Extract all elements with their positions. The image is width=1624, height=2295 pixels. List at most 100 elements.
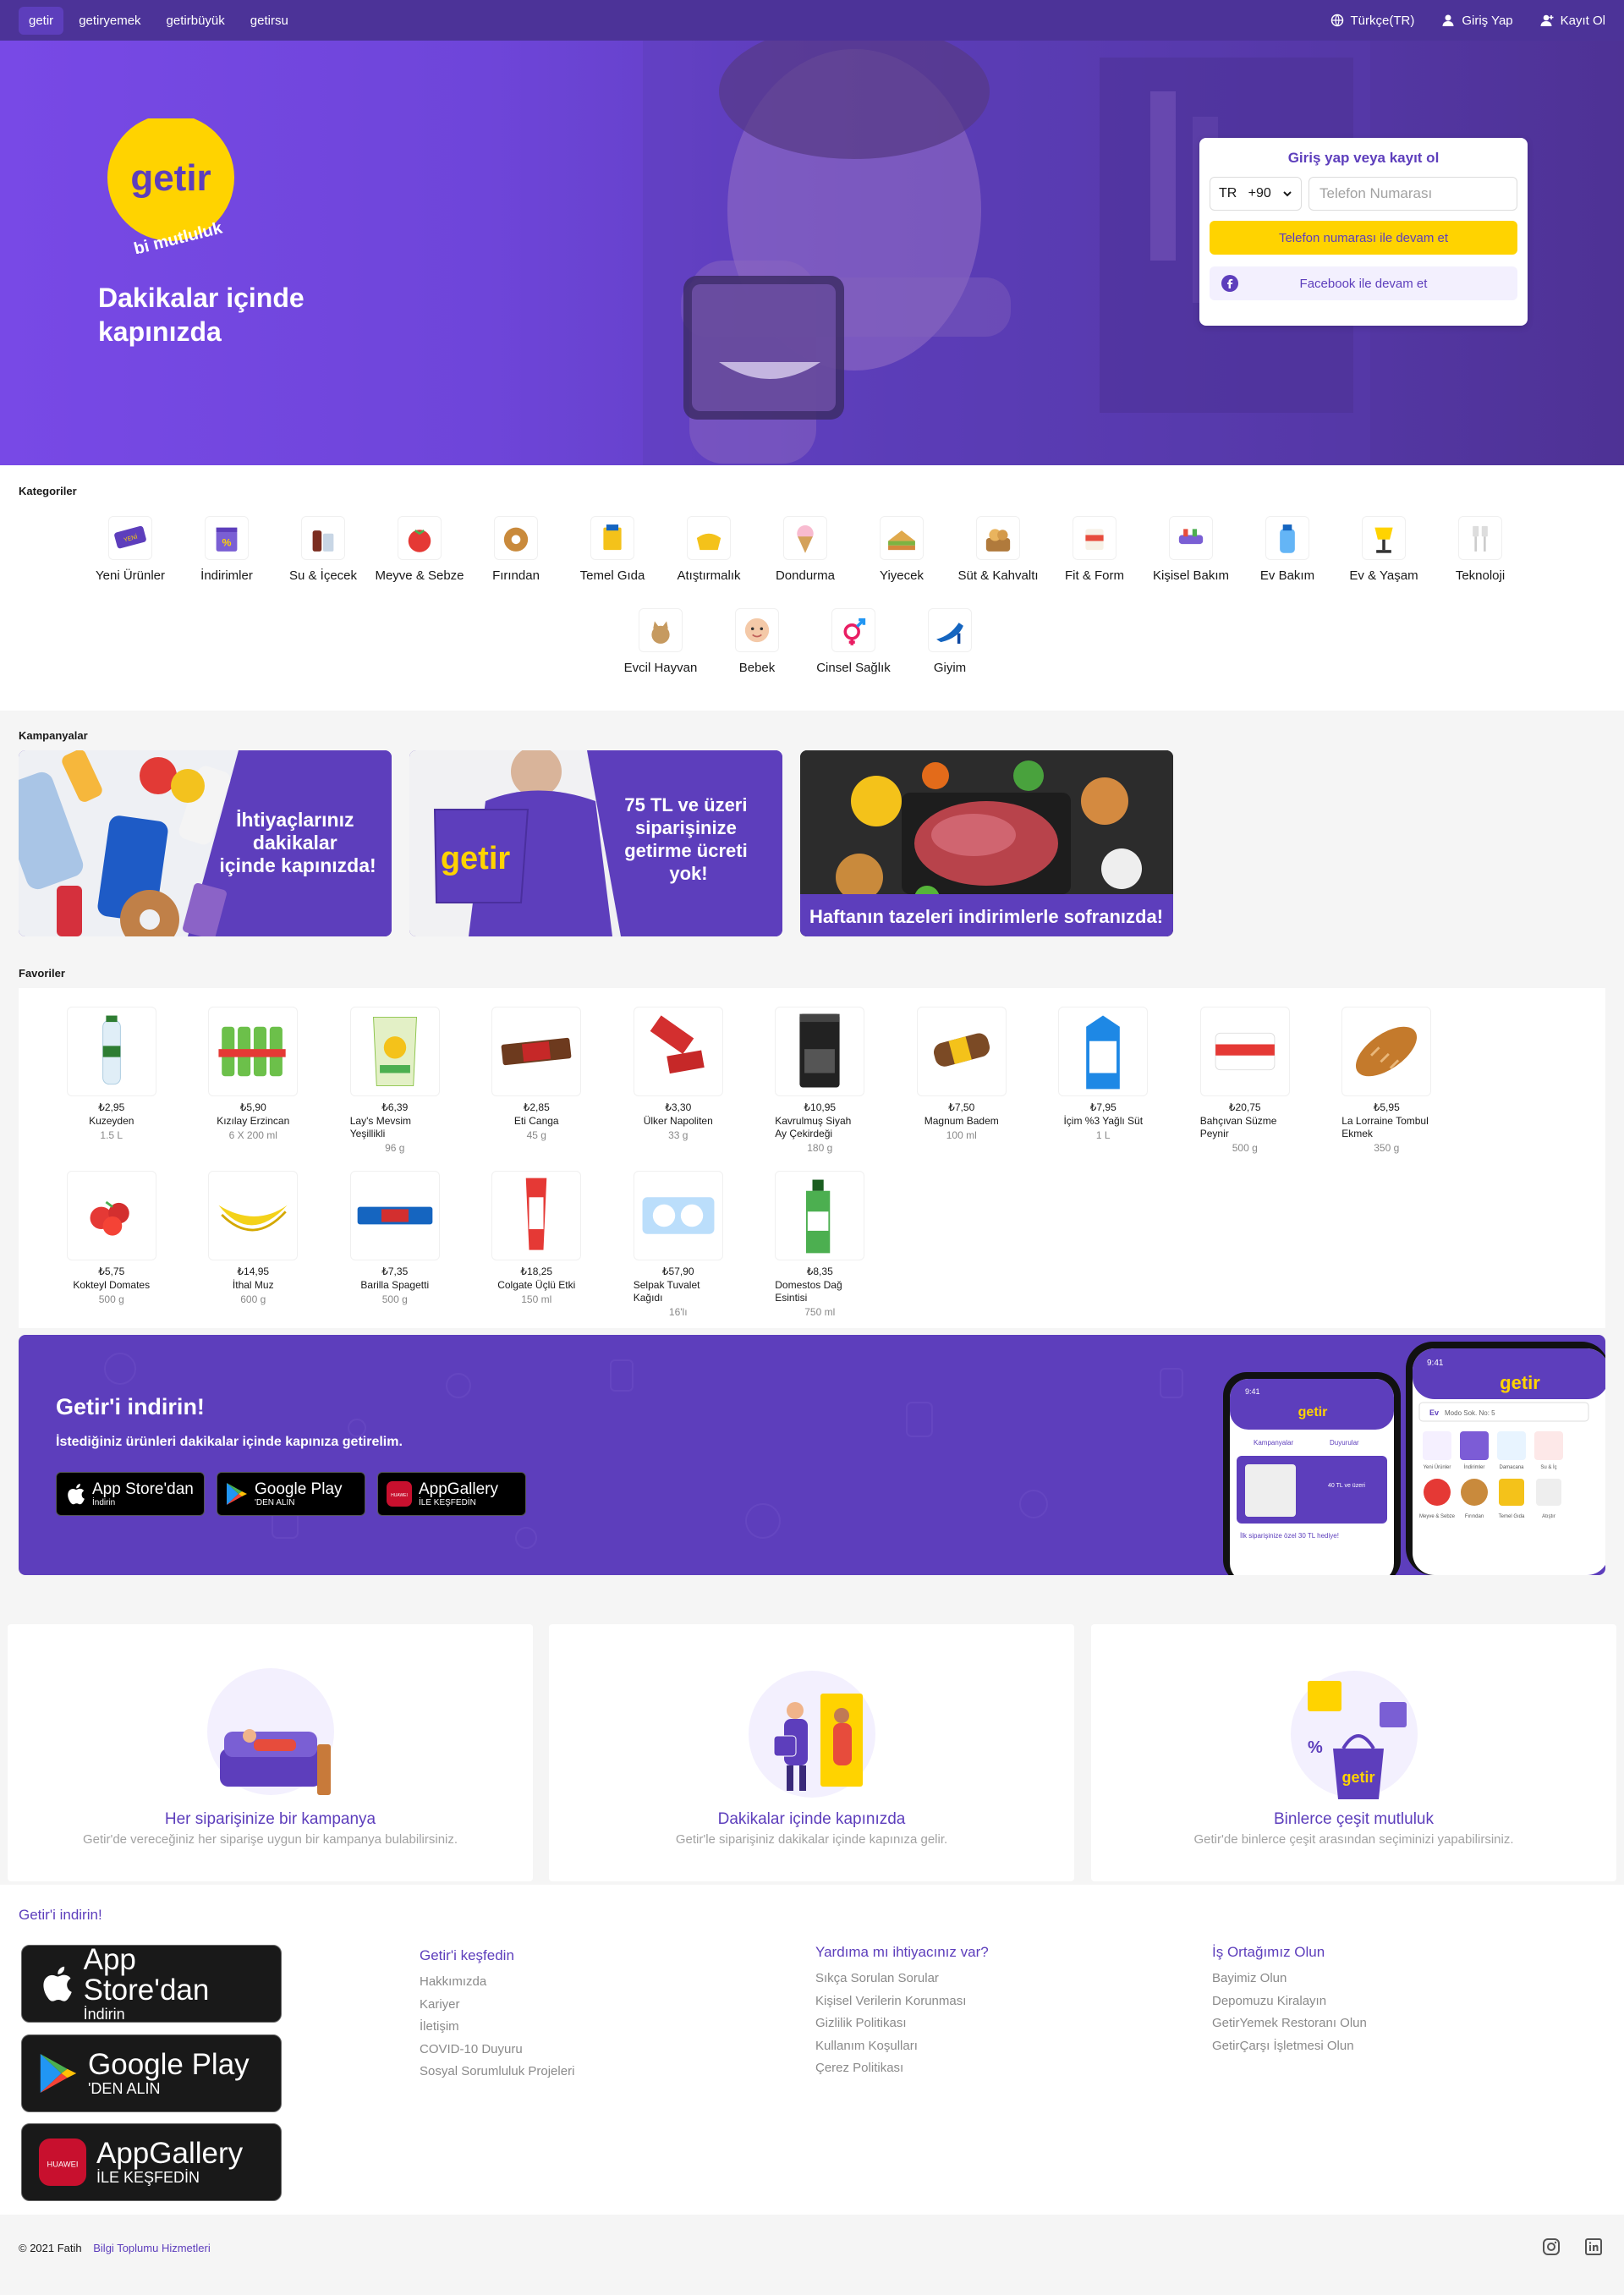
bagel-icon [494,516,538,560]
linkedin-icon[interactable] [1585,2238,1602,2255]
footer-app-gallery-badge[interactable]: HUAWEI AppGallery İLE KEŞFEDİN [21,2123,282,2201]
product-card[interactable]: ₺10,95 Kavrulmuş Siyah Ay Çekirdeği 180 g [749,1007,892,1154]
campaign-card[interactable]: İhtiyaçlarınız dakikalar içinde kapınızd… [19,750,392,936]
product-card[interactable]: ₺57,90 Selpak Tuvalet Kağıdı 16'lı [607,1171,749,1318]
campaign-2-line-4: yok! [669,863,707,884]
category-item[interactable]: Giyim [902,608,998,675]
product-card[interactable]: ₺2,95 Kuzeyden 1.5 L [41,1007,183,1154]
category-item[interactable]: % İndirimler [178,516,275,583]
footer-app-store-badge[interactable]: App Store'dan İndirin [21,1944,282,2023]
product-card[interactable]: ₺14,95 İthal Muz 600 g [183,1171,325,1318]
bottom-bar: © 2021 Fatih Bilgi Toplumu Hizmetleri [0,2215,1624,2295]
footer-link[interactable]: Bayimiz Olun [1212,1968,1367,1990]
phone-address-label: Ev [1429,1408,1439,1417]
product-card[interactable]: ₺3,30 Ülker Napoliten 33 g [607,1007,749,1154]
footer-google-play-main: Google Play [88,2047,250,2081]
tab-getiryemek[interactable]: getiryemek [69,7,151,35]
category-name: Temel Gıda [579,568,645,583]
category-name: Yeni Ürünler [96,568,165,583]
footer-column-title: Yardıma mı ihtiyacınız var? [815,1944,989,1960]
category-item[interactable]: Atıştırmalık [661,516,757,583]
category-item[interactable]: Cinsel Sağlık [805,608,902,675]
signup-link[interactable]: Kayıt Ol [1540,14,1605,28]
category-item[interactable]: Fırından [468,516,564,583]
footer-link[interactable]: Sosyal Sorumluluk Projeleri [420,2061,574,2084]
footer-link[interactable]: Depomuzu Kiralayın [1212,1990,1367,2013]
category-item[interactable]: Ev & Yaşam [1336,516,1432,583]
product-card[interactable]: ₺5,90 Kızılay Erzincan 6 X 200 ml [183,1007,325,1154]
campaign-card[interactable]: getir 75 TL ve üzeri siparişinize getirm… [409,750,782,936]
product-attribute: 1 L [1095,1129,1111,1141]
app-store-badge[interactable]: App Store'dan İndirin [56,1472,205,1516]
footer-link[interactable]: Sıkça Sorulan Sorular [815,1968,989,1990]
product-card[interactable]: ₺6,39 Lay's Mevsim Yeşillikli 96 g [324,1007,466,1154]
product-name: Selpak Tuvalet Kağıdı [633,1279,700,1304]
info-services-link[interactable]: Bilgi Toplumu Hizmetleri [93,2242,210,2254]
footer-google-play-badge[interactable]: Google Play 'DEN ALIN [21,2034,282,2112]
feature-title: Binlerce çeşit mutluluk [1273,1810,1435,1828]
campaign-card[interactable]: Haftanın tazeleri indirimlerle sofranızd… [800,750,1173,936]
category-item[interactable]: Dondurma [757,516,853,583]
footer-app-gallery-main: AppGallery [96,2136,244,2170]
phone-cat-1: Yeni Ürünler [1424,1464,1451,1470]
product-price: ₺5,90 [239,1101,266,1113]
product-attribute: 150 ml [521,1293,552,1305]
tab-getir[interactable]: getir [19,6,64,35]
apple-icon [43,1966,72,2001]
country-code-select[interactable]: TR +90 [1210,177,1302,211]
footer-link[interactable]: GetirÇarşı İşletmesi Olun [1212,2035,1367,2058]
product-card[interactable]: ₺5,95 La Lorraine Tombul Ekmek 350 g [1316,1007,1458,1154]
product-name: Magnum Badem [924,1115,999,1127]
login-card: Giriş yap veya kayıt ol TR +90 Telefon n… [1199,138,1528,326]
tab-getirsu[interactable]: getirsu [240,7,299,35]
product-card[interactable]: ₺7,50 Magnum Badem 100 ml [891,1007,1033,1154]
category-item[interactable]: Fit & Form [1046,516,1143,583]
category-item[interactable]: Evcil Hayvan [612,608,709,675]
chevron-down-icon [1283,191,1292,197]
footer-link[interactable]: Hakkımızda [420,1971,574,1994]
product-card[interactable]: ₺7,35 Barilla Spagetti 500 g [324,1171,466,1318]
category-item[interactable]: Bebek [709,608,805,675]
phone-cat-4: Su & İç [1540,1464,1556,1470]
continue-phone-button[interactable]: Telefon numarası ile devam et [1210,221,1517,255]
footer-link[interactable]: GetirYemek Restoranı Olun [1212,2012,1367,2035]
product-price: ₺7,35 [381,1266,409,1277]
footer-link[interactable]: İletişim [420,2016,574,2039]
category-item[interactable]: Yiyecek [853,516,950,583]
phone-tab-1: Kampanyalar [1254,1439,1293,1447]
category-item[interactable]: Meyve & Sebze [371,516,468,583]
language-selector[interactable]: Türkçe(TR) [1330,14,1414,28]
product-card[interactable]: ₺7,95 İçim %3 Yağlı Süt 1 L [1033,1007,1175,1154]
product-card[interactable]: ₺2,85 Eti Canga 45 g [466,1007,608,1154]
category-item[interactable]: YENİ Yeni Ürünler [82,516,178,583]
product-card[interactable]: ₺18,25 Colgate Üçlü Etki 150 ml [466,1171,608,1318]
tab-getirbuyuk[interactable]: getirbüyük [156,7,235,35]
chocolate-bar-icon [491,1007,582,1096]
spaghetti-icon [349,1171,440,1260]
category-item[interactable]: Su & İçecek [275,516,371,583]
facebook-login-button[interactable]: Facebook ile devam et [1210,266,1517,300]
product-card[interactable]: ₺5,75 Kokteyl Domates 500 g [41,1171,183,1318]
gender-icon [831,608,875,652]
google-play-badge[interactable]: Google Play 'DEN ALIN [217,1472,365,1516]
category-item[interactable]: Kişisel Bakım [1143,516,1239,583]
app-gallery-badge[interactable]: HUAWEI AppGallery İLE KEŞFEDİN [377,1472,526,1516]
category-item[interactable]: Temel Gıda [564,516,661,583]
product-card[interactable]: ₺20,75 Bahçıvan Süzme Peynir 500 g [1174,1007,1316,1154]
phone-cat-5: Meyve & Sebze [1419,1514,1456,1519]
phone-input[interactable] [1309,177,1517,211]
category-item[interactable]: Teknoloji [1432,516,1528,583]
footer-link[interactable]: Kişisel Verilerin Korunması [815,1990,989,2013]
category-name: Ev & Yaşam [1349,568,1418,583]
footer-link[interactable]: Kariyer [420,1994,574,2017]
footer-link[interactable]: Kullanım Koşulları [815,2035,989,2058]
footer-link[interactable]: COVID-10 Duyuru [420,2039,574,2062]
instagram-icon[interactable] [1543,2238,1560,2255]
category-item[interactable]: Ev Bakım [1239,516,1336,583]
footer-link[interactable]: Gizlilik Politikası [815,2012,989,2035]
login-link[interactable]: Giriş Yap [1441,14,1513,28]
category-item[interactable]: Süt & Kahvaltı [950,516,1046,583]
product-attribute: 350 g [1374,1142,1400,1154]
footer-link[interactable]: Çerez Politikası [815,2057,989,2080]
product-card[interactable]: ₺8,35 Domestos Dağ Esintisi 750 ml [749,1171,892,1318]
